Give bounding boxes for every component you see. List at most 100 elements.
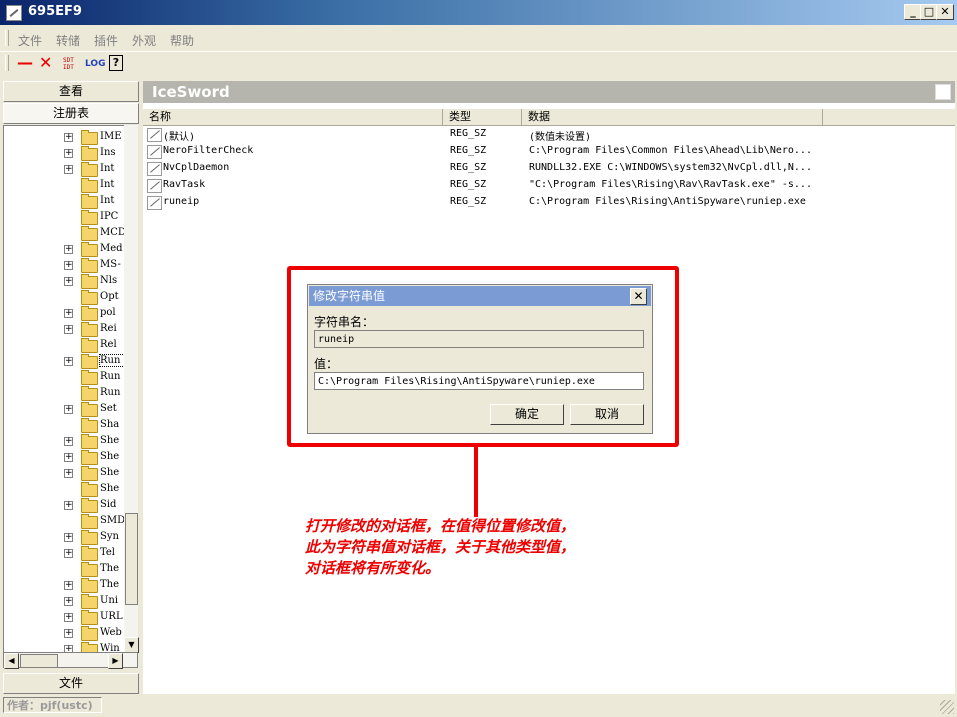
tree-node-label: The (100, 579, 120, 590)
tree-horizontal-scrollbar[interactable]: ◀ ▶ (3, 652, 138, 669)
folder-icon (81, 434, 98, 449)
menu-dump[interactable]: 转储 (56, 32, 80, 49)
scroll-down-button[interactable]: ▼ (124, 637, 139, 653)
expand-icon[interactable]: + (64, 309, 73, 318)
tree-node[interactable]: + Nls (4, 274, 124, 290)
tree-node[interactable]: + Uni (4, 594, 124, 610)
tab-registry[interactable]: 注册表 (3, 103, 139, 124)
list-item[interactable]: runeip REG_SZ C:\Program Files\Rising\Anti… (143, 194, 955, 211)
tree-node[interactable]: + MS- (4, 258, 124, 274)
menu-appearance[interactable]: 外观 (132, 32, 156, 49)
tree-node[interactable]: IPC (4, 210, 124, 226)
tree-node[interactable]: SMD (4, 514, 124, 530)
registry-tree[interactable]: + IME + Ins + Int Int Int IPC MCD + Med + MS- + Nls Opt +… (3, 125, 125, 653)
expand-icon[interactable]: + (64, 613, 73, 622)
menu-plugins[interactable]: 插件 (94, 32, 118, 49)
tree-node[interactable]: + Rei (4, 322, 124, 338)
close-button[interactable]: ✕ (936, 4, 954, 20)
expand-icon[interactable]: + (64, 325, 73, 334)
tree-node[interactable]: + She (4, 434, 124, 450)
expand-icon[interactable]: + (64, 245, 73, 254)
list-item[interactable]: RavTask REG_SZ "C:\Program Files\Rising\Ra… (143, 177, 955, 194)
tree-node[interactable]: + Tel (4, 546, 124, 562)
log-icon[interactable]: LOG (85, 59, 105, 77)
expand-icon[interactable]: + (64, 597, 73, 606)
expand-icon[interactable]: + (64, 165, 73, 174)
folder-icon (81, 322, 98, 337)
tree-node[interactable]: MCD (4, 226, 124, 242)
tree-node[interactable]: + Ins (4, 146, 124, 162)
tree-node[interactable]: She (4, 482, 124, 498)
tree-node[interactable]: Int (4, 178, 124, 194)
string-value-icon (147, 196, 162, 210)
expand-icon[interactable]: + (64, 149, 73, 158)
value-data-label: 值： (314, 357, 339, 371)
tree-node[interactable]: Rel (4, 338, 124, 354)
delete-icon[interactable]: ✕ (39, 53, 52, 72)
tree-node[interactable]: + Run (4, 354, 124, 370)
expand-icon[interactable]: + (64, 501, 73, 510)
expand-icon[interactable]: + (64, 629, 73, 638)
value-data: "C:\Program Files\Rising\Rav\RavTask.exe… (529, 179, 812, 190)
folder-icon (81, 530, 98, 545)
expand-icon[interactable]: + (64, 581, 73, 590)
value-name-field: runeip (314, 330, 644, 348)
tree-node[interactable]: + Web (4, 626, 124, 642)
scroll-thumb[interactable] (125, 513, 138, 605)
tab-view[interactable]: 查看 (3, 81, 139, 102)
list-item[interactable]: NvCplDaemon REG_SZ RUNDLL32.EXE C:\WINDOWS… (143, 160, 955, 177)
value-type: REG_SZ (450, 162, 487, 173)
expand-icon[interactable]: + (64, 405, 73, 414)
tree-node[interactable]: + URL (4, 610, 124, 626)
tree-node[interactable]: + pol (4, 306, 124, 322)
ok-button[interactable]: 确定 (490, 404, 564, 425)
dialog-close-button[interactable]: ✕ (630, 288, 647, 305)
tree-node[interactable]: Run (4, 386, 124, 402)
cancel-button[interactable]: 取消 (570, 404, 644, 425)
tree-node[interactable]: + She (4, 450, 124, 466)
tree-vertical-scrollbar[interactable]: ▼ (124, 125, 139, 653)
expand-icon[interactable]: + (64, 469, 73, 478)
sdt-idt-icon[interactable]: SDT IDT (63, 57, 74, 75)
expand-icon[interactable]: + (64, 261, 73, 270)
column-name[interactable]: 名称 (143, 109, 443, 125)
menu-help[interactable]: 帮助 (170, 32, 194, 49)
hscroll-thumb[interactable] (20, 654, 58, 668)
scroll-right-button[interactable]: ▶ (108, 653, 123, 669)
tree-node[interactable]: Int (4, 194, 124, 210)
tree-node[interactable]: Run (4, 370, 124, 386)
tree-node[interactable]: + Med (4, 242, 124, 258)
annotation-line: 对话框将有所变化。 (305, 559, 441, 577)
tree-node[interactable]: + Set (4, 402, 124, 418)
resize-grip-icon[interactable] (940, 700, 954, 714)
tree-node[interactable]: + Int (4, 162, 124, 178)
tree-node[interactable]: + Sid (4, 498, 124, 514)
value-data-field[interactable]: C:\Program Files\Rising\AntiSpyware\runi… (314, 372, 644, 390)
tree-node[interactable]: Sha (4, 418, 124, 434)
tab-file[interactable]: 文件 (3, 673, 139, 694)
column-data[interactable]: 数据 (522, 109, 823, 125)
menu-file[interactable]: 文件 (18, 32, 42, 49)
expand-icon[interactable]: + (64, 133, 73, 142)
expand-icon[interactable]: + (64, 549, 73, 558)
expand-icon[interactable]: + (64, 533, 73, 542)
help-icon[interactable]: ? (109, 55, 123, 71)
tree-node[interactable]: The (4, 562, 124, 578)
panel-header-title: IceSword (152, 83, 230, 101)
expand-icon[interactable]: + (64, 453, 73, 462)
expand-icon[interactable]: + (64, 437, 73, 446)
tree-node-label: Sid (100, 499, 117, 510)
list-item[interactable]: (默认) REG_SZ (数值未设置) (143, 126, 955, 143)
tree-node[interactable]: + Syn (4, 530, 124, 546)
expand-icon[interactable]: + (64, 277, 73, 286)
column-type[interactable]: 类型 (443, 109, 522, 125)
tree-node[interactable]: + The (4, 578, 124, 594)
tree-node[interactable]: + She (4, 466, 124, 482)
list-item[interactable]: NeroFilterCheck REG_SZ C:\Program Files\Co… (143, 143, 955, 160)
expand-icon[interactable]: + (64, 357, 73, 366)
minus-icon[interactable]: — (17, 53, 33, 72)
scroll-left-button[interactable]: ◀ (4, 653, 19, 669)
tree-node[interactable]: + IME (4, 130, 124, 146)
tree-node-label: Run (100, 371, 121, 382)
tree-node[interactable]: Opt (4, 290, 124, 306)
